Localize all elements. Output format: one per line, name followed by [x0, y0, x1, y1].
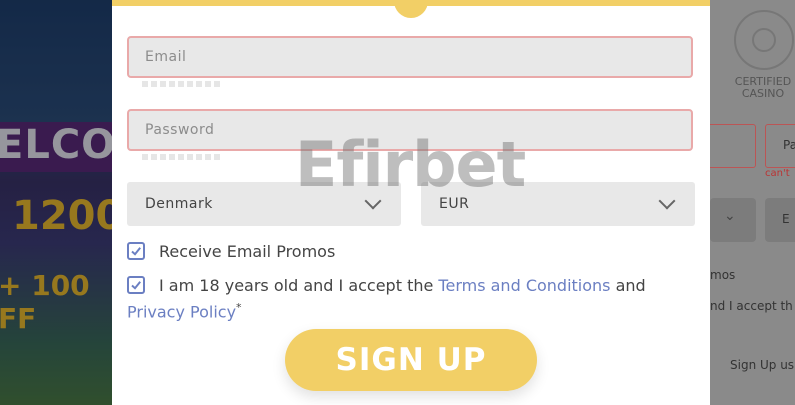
bg-currency-select — [765, 198, 795, 242]
bg-signup-text: Sign Up us — [730, 358, 795, 372]
password-field[interactable] — [127, 109, 693, 151]
certified-badge-icon — [734, 10, 794, 70]
currency-select[interactable]: EUR — [421, 182, 695, 226]
checkmark-icon — [131, 247, 141, 256]
chevron-down-icon — [364, 192, 382, 210]
bg-error-text: can't — [765, 168, 790, 179]
terms-prefix: I am 18 years old and I accept the — [159, 276, 439, 295]
promo-checkbox[interactable] — [127, 242, 145, 260]
privacy-policy-link[interactable]: Privacy Policy — [127, 302, 236, 321]
signup-button[interactable]: SIGN UP — [285, 329, 537, 391]
email-hint — [142, 81, 222, 87]
background-promo-banner: ELCO 1200 + 100 FF — [0, 0, 112, 405]
chevron-down-icon: ⌄ — [724, 208, 736, 224]
signup-modal: Denmark EUR Receive Email Promos I am 18… — [112, 0, 710, 405]
certified-label: CERTIFIED CASINO — [734, 75, 792, 100]
modal-notch — [394, 0, 428, 18]
chevron-down-icon — [658, 192, 676, 210]
bg-password-label: Pa — [783, 138, 795, 152]
terms-link[interactable]: Terms and Conditions — [438, 276, 610, 295]
bg-terms-text: nd I accept th — [710, 299, 793, 313]
promo-checkbox-label: Receive Email Promos — [159, 242, 336, 261]
background-signup-form: CERTIFIED CASINO Pa can't ⌄ E mos nd I a… — [710, 0, 795, 405]
password-hint — [142, 154, 222, 160]
country-value: Denmark — [145, 196, 213, 212]
terms-middle: and — [610, 276, 646, 295]
bg-currency-label: E — [782, 212, 790, 226]
bg-promos-text: mos — [710, 268, 736, 282]
bg-email-field — [710, 124, 756, 168]
email-field[interactable] — [127, 36, 693, 78]
required-mark: * — [236, 301, 242, 314]
terms-label: I am 18 years old and I accept the Terms… — [127, 275, 687, 323]
promo-checkbox-row: Receive Email Promos — [127, 242, 335, 261]
overlay-dim — [0, 0, 112, 405]
country-select[interactable]: Denmark — [127, 182, 401, 226]
currency-value: EUR — [439, 196, 470, 212]
